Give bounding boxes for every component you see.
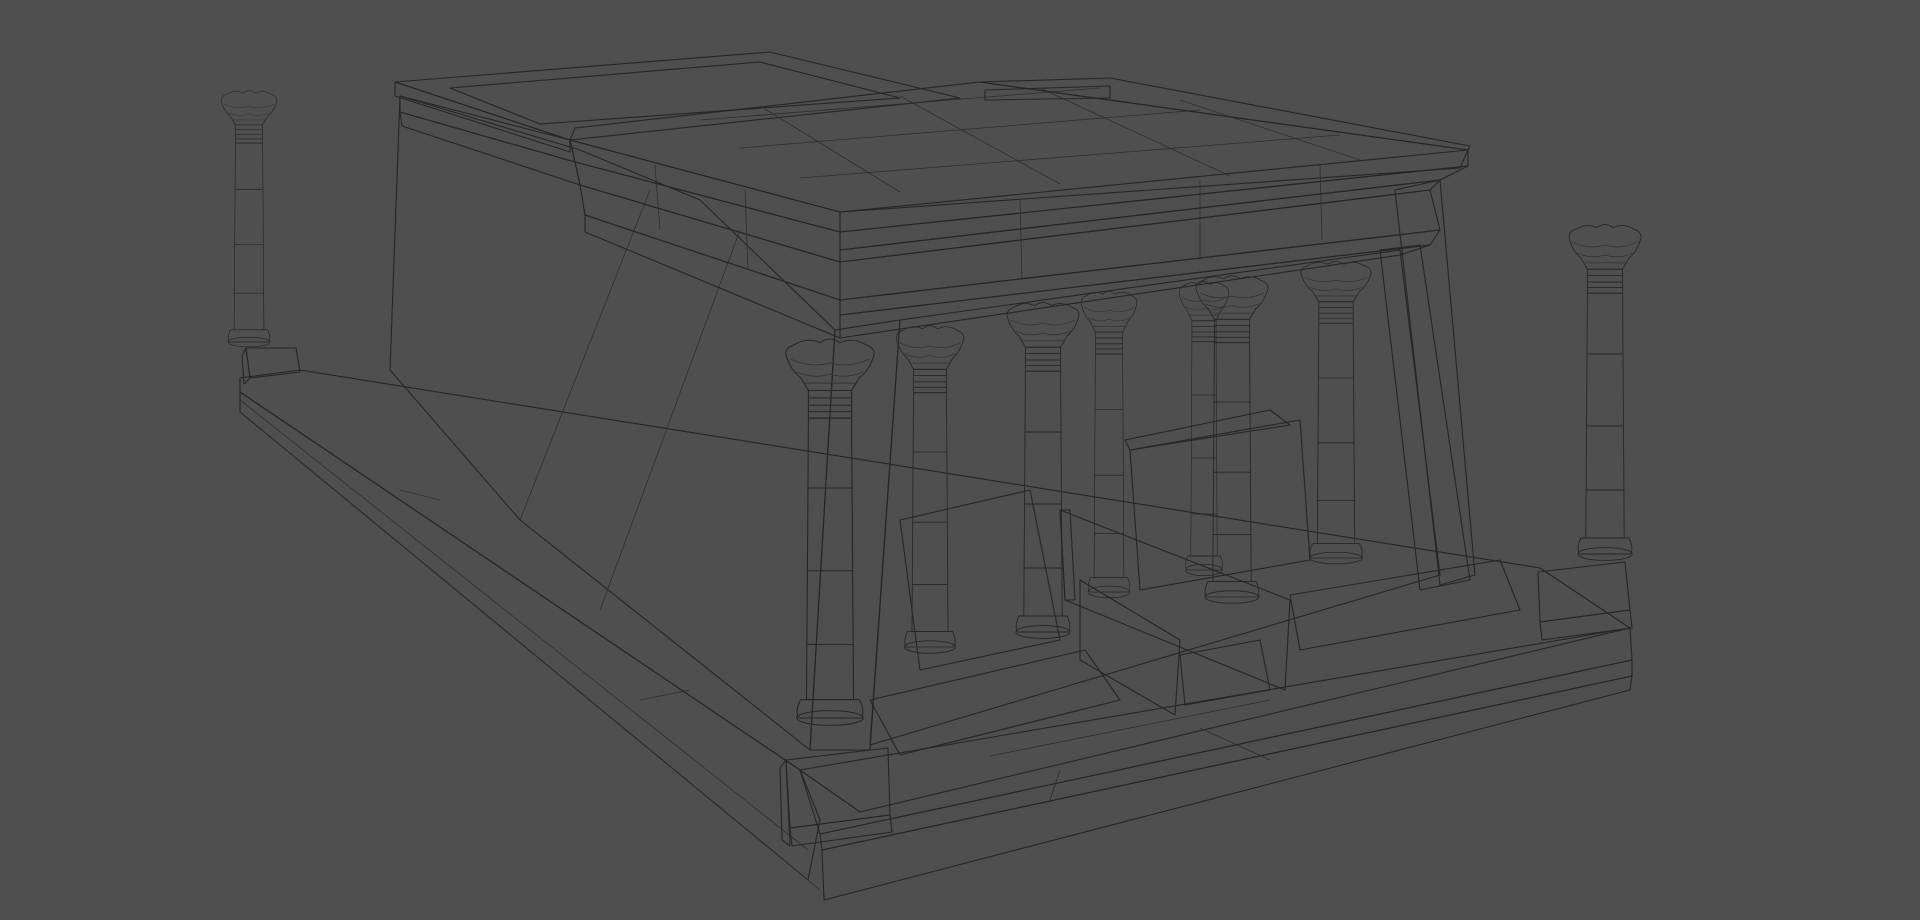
column-portico-1[interactable] [895,325,965,654]
temple-model[interactable] [0,0,1920,920]
column-inner-1[interactable] [1080,290,1138,599]
column-free-right[interactable] [1537,223,1642,641]
column-portico-4[interactable] [1300,260,1372,565]
column-free-left-rear[interactable] [220,90,301,385]
3d-viewport[interactable] [0,0,1920,920]
temple-roof[interactable] [399,77,1471,339]
column-portico-3[interactable] [1195,275,1269,604]
column-portico-2[interactable] [1006,301,1080,639]
base-platform[interactable] [239,369,1633,901]
temple-walls[interactable] [389,51,1476,751]
column-free-front-left[interactable] [779,338,893,847]
